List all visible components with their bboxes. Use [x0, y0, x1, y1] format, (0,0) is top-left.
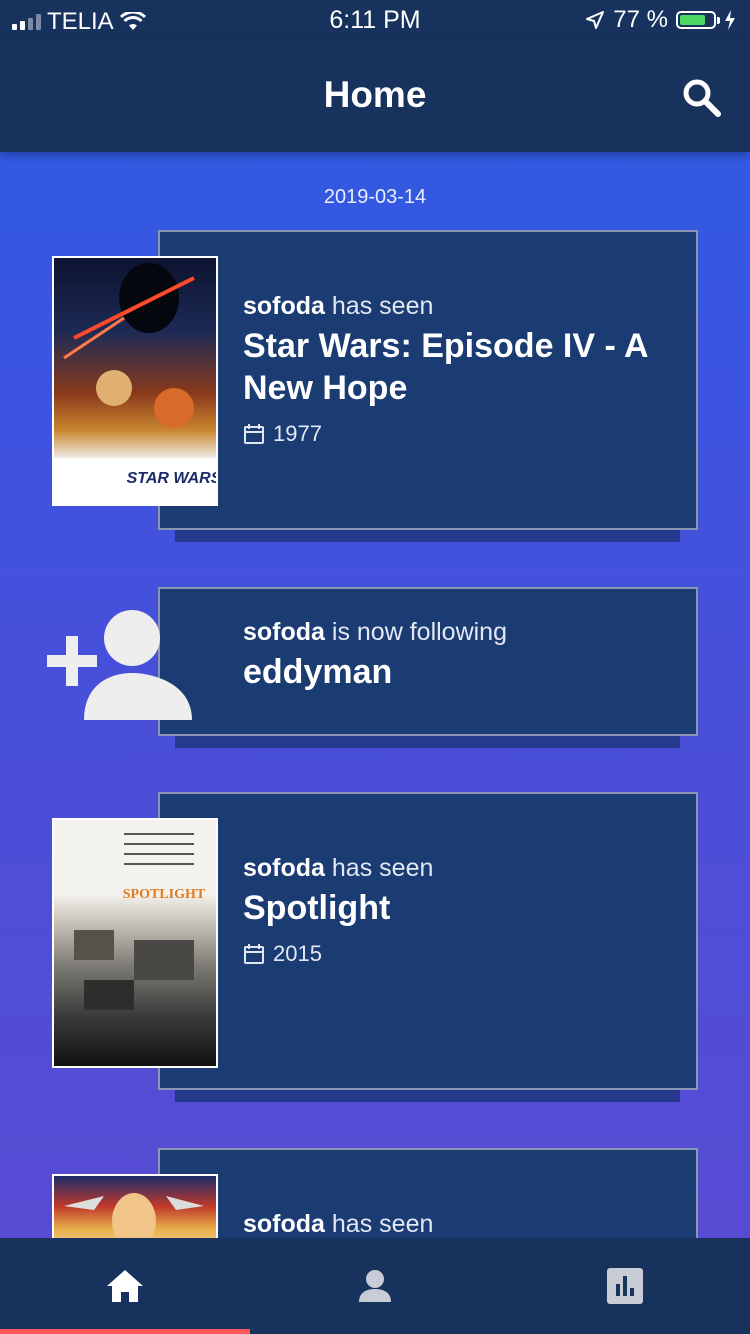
tab-bar: [0, 1238, 750, 1334]
charging-icon: [725, 10, 735, 30]
activity-line: sofoda has seen: [243, 1210, 683, 1239]
activity-line: sofoda is now following: [243, 618, 683, 647]
nav-bar: Home: [0, 40, 750, 152]
tab-stats[interactable]: [500, 1238, 750, 1334]
movie-title[interactable]: Spotlight: [243, 887, 683, 929]
activity-action: has seen: [331, 292, 434, 320]
activity-action: has seen: [331, 854, 434, 882]
page-title: Home: [323, 74, 427, 115]
search-icon[interactable]: [680, 76, 724, 120]
followed-username[interactable]: eddyman: [243, 651, 683, 693]
activity-line: sofoda has seen: [243, 292, 683, 321]
release-year-row: 1977: [243, 421, 683, 447]
tab-home[interactable]: [0, 1238, 250, 1334]
release-year: 2015: [273, 941, 322, 966]
movie-poster-star-wars[interactable]: STAR WARS: [52, 256, 218, 506]
card-shadow: [175, 734, 680, 748]
location-arrow-icon: [586, 11, 605, 29]
username[interactable]: sofoda: [243, 854, 325, 882]
stats-icon: [607, 1268, 643, 1304]
movie-title[interactable]: Star Wars: Episode IV - A New Hope: [243, 325, 683, 409]
username[interactable]: sofoda: [243, 1210, 325, 1238]
activity-action: has seen: [331, 1210, 434, 1238]
calendar-icon: [244, 944, 264, 964]
activity-line: sofoda has seen: [243, 854, 683, 883]
status-right: 77 %: [585, 6, 736, 34]
activity-text-star-wars: sofoda has seen Star Wars: Episode IV - …: [243, 292, 683, 447]
poster-title-spotlight: SPOTLIGHT: [123, 887, 206, 902]
release-year: 1977: [273, 421, 322, 446]
card-shadow: [175, 528, 680, 542]
poster-art: STAR WARS: [54, 263, 216, 504]
battery-percent: 77 %: [613, 6, 668, 33]
poster-art: SPOTLIGHT: [74, 833, 206, 1010]
tab-profile[interactable]: [250, 1238, 500, 1334]
activity-text-follow: sofoda is now following eddyman: [243, 618, 683, 693]
add-user-icon: [47, 610, 192, 720]
username[interactable]: sofoda: [243, 292, 325, 320]
poster-title-star-wars: STAR WARS: [127, 470, 216, 487]
battery-icon: [676, 11, 720, 29]
home-icon: [107, 1270, 143, 1302]
card-shadow: [175, 1088, 680, 1102]
activity-text-spotlight: sofoda has seen Spotlight 2015: [243, 854, 683, 967]
activity-text-partial: sofoda has seen: [243, 1210, 683, 1239]
activity-action: is now following: [331, 618, 507, 646]
active-tab-indicator: [0, 1329, 250, 1334]
calendar-icon: [244, 424, 264, 444]
feed-date: 2019-03-14: [323, 186, 427, 208]
release-year-row: 2015: [243, 941, 683, 967]
profile-icon: [359, 1270, 391, 1302]
movie-poster-spotlight[interactable]: SPOTLIGHT: [52, 818, 218, 1068]
status-bar: TELIA 6:11 PM 77 %: [0, 0, 750, 40]
username[interactable]: sofoda: [243, 618, 325, 646]
